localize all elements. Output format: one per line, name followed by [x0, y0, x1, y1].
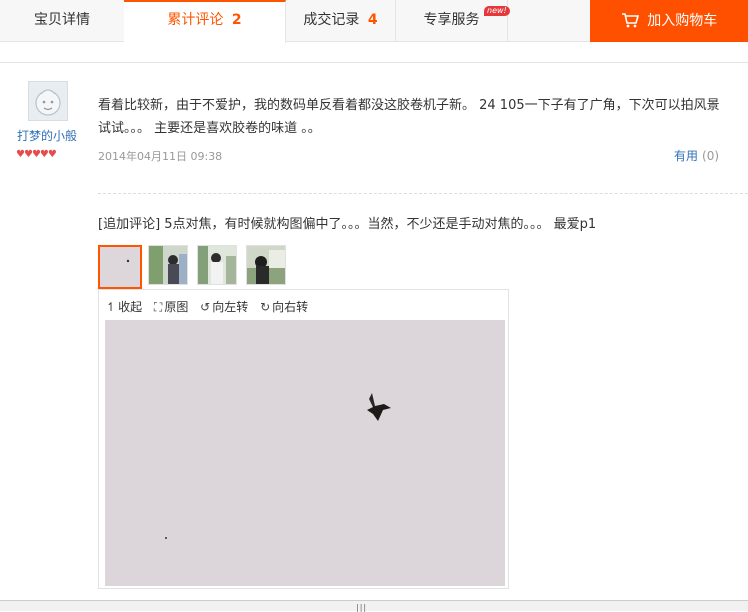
tab-count: 2: [231, 12, 242, 28]
photo-image: [100, 247, 140, 287]
avatar[interactable]: [28, 81, 68, 121]
divider: [98, 193, 748, 194]
rotate-left-button[interactable]: ↺ 向左转: [200, 300, 248, 314]
tab-count: 4: [367, 12, 378, 28]
reviewer-username[interactable]: 打梦的小般: [10, 127, 84, 144]
photo-image: [247, 246, 285, 284]
collapse-label: 收起: [118, 300, 143, 314]
tab-reviews[interactable]: 累计评论 2: [124, 0, 286, 43]
large-photo[interactable]: [105, 320, 505, 586]
rotate-left-label: 向左转: [212, 300, 249, 314]
useful-count: (0): [702, 149, 720, 163]
new-badge: new!: [484, 6, 510, 16]
tab-item-details[interactable]: 宝贝详情: [0, 0, 125, 42]
photo-viewer: ↿ 收起 ⛶ 原图 ↺ 向左转 ↻ 向右转: [98, 289, 509, 589]
default-avatar-icon: [29, 82, 67, 120]
photo-thumbnail[interactable]: [197, 245, 237, 285]
original-image-button[interactable]: ⛶ 原图: [154, 300, 188, 314]
horizontal-scrollbar[interactable]: |||: [0, 600, 748, 612]
collapse-icon: ↿: [106, 300, 117, 314]
divider: [0, 62, 748, 63]
viewer-toolbar: ↿ 收起 ⛶ 原图 ↺ 向左转 ↻ 向右转: [106, 298, 316, 315]
tab-services[interactable]: 专享服务 new!: [396, 0, 510, 42]
tab-label: 累计评论: [167, 12, 224, 28]
add-to-cart-button[interactable]: 加入购物车: [590, 0, 748, 42]
tab-transactions[interactable]: 成交记录 4: [286, 0, 396, 42]
tab-label: 宝贝详情: [34, 12, 90, 28]
collapse-button[interactable]: ↿ 收起: [106, 300, 142, 314]
cart-icon: [621, 13, 639, 28]
rotate-right-label: 向右转: [272, 300, 309, 314]
review-date: 2014年04月11日 09:38: [98, 150, 223, 163]
useful-label: 有用: [674, 149, 699, 163]
review-text: 看着比较新，由于不爱护，我的数码单反看着都没这胶卷机子新。 24 105一下子有…: [98, 98, 720, 136]
photo-thumbnail[interactable]: [148, 245, 188, 285]
appended-review-text: [追加评论] 5点对焦，有时候就构图偏中了。。。当然，不少还是手动对焦的。。。 …: [98, 217, 597, 232]
useful-button[interactable]: 有用 (0): [674, 147, 719, 164]
tab-bar: 宝贝详情 累计评论 2 成交记录 4 专享服务 new! 加入购物车: [0, 0, 748, 43]
tab-label: 成交记录: [303, 12, 360, 28]
rotate-right-button[interactable]: ↻ 向右转: [260, 300, 308, 314]
heart-icon: ♥: [47, 149, 57, 160]
rotate-right-icon: ↻: [260, 300, 271, 314]
original-image-label: 原图: [164, 300, 189, 314]
expand-icon: ⛶: [153, 300, 163, 314]
tab-label: 专享服务: [423, 12, 480, 28]
add-to-cart-label: 加入购物车: [647, 13, 718, 29]
rotate-left-icon: ↺: [200, 300, 211, 314]
photo-image: [105, 320, 505, 586]
rank-icon: ♥♥♥♥♥: [16, 146, 57, 160]
photo-thumbnail[interactable]: [98, 245, 142, 289]
photo-thumbnail[interactable]: [246, 245, 286, 285]
photo-image: [149, 246, 187, 284]
photo-image: [198, 246, 236, 284]
